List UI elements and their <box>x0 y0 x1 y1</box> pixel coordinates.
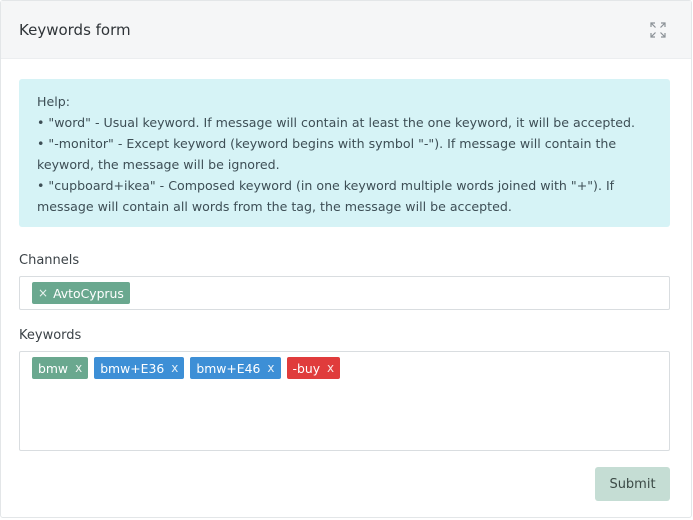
keyword-tag-label: bmw+E46 <box>196 360 261 376</box>
expand-arrows-icon[interactable] <box>649 21 667 39</box>
form-footer: Submit <box>19 467 670 501</box>
page-title: Keywords form <box>19 20 131 39</box>
help-item: • "cupboard+ikea" - Composed keyword (in… <box>37 178 615 214</box>
remove-tag-icon[interactable]: x <box>267 361 274 375</box>
help-item: • "-monitor" - Except keyword (keyword b… <box>37 136 617 172</box>
keyword-tag: bmw+E46 x <box>190 357 281 379</box>
card-body: Help: • "word" - Usual keyword. If messa… <box>1 59 691 501</box>
channels-tag-input[interactable]: × AvtoCyprus <box>19 276 670 310</box>
keyword-tag: bmw x <box>32 357 89 379</box>
channel-tag: × AvtoCyprus <box>32 282 130 304</box>
channel-tag-label: AvtoCyprus <box>53 285 124 301</box>
keywords-label: Keywords <box>19 328 82 343</box>
submit-button[interactable]: Submit <box>595 467 670 501</box>
keyword-tag: bmw+E36 x <box>94 357 185 379</box>
remove-tag-icon[interactable]: × <box>38 286 48 300</box>
remove-tag-icon[interactable]: x <box>327 361 334 375</box>
help-box: Help: • "word" - Usual keyword. If messa… <box>19 79 670 227</box>
keyword-tag: -buy x <box>286 357 341 379</box>
help-item: • "word" - Usual keyword. If message wil… <box>37 115 636 130</box>
keywords-tag-input[interactable]: bmw x bmw+E36 x bmw+E46 x -buy x <box>19 351 670 451</box>
channels-label: Channels <box>19 253 80 268</box>
card-header: Keywords form <box>1 1 691 59</box>
keyword-tag-label: bmw+E36 <box>100 360 165 376</box>
keywords-form-card: Keywords form Help: • "word" - Usual key… <box>0 0 692 518</box>
remove-tag-icon[interactable]: x <box>75 361 82 375</box>
help-title: Help: <box>37 94 70 109</box>
keyword-tag-label: -buy <box>292 360 321 376</box>
keyword-tag-label: bmw <box>38 360 69 376</box>
remove-tag-icon[interactable]: x <box>171 361 178 375</box>
